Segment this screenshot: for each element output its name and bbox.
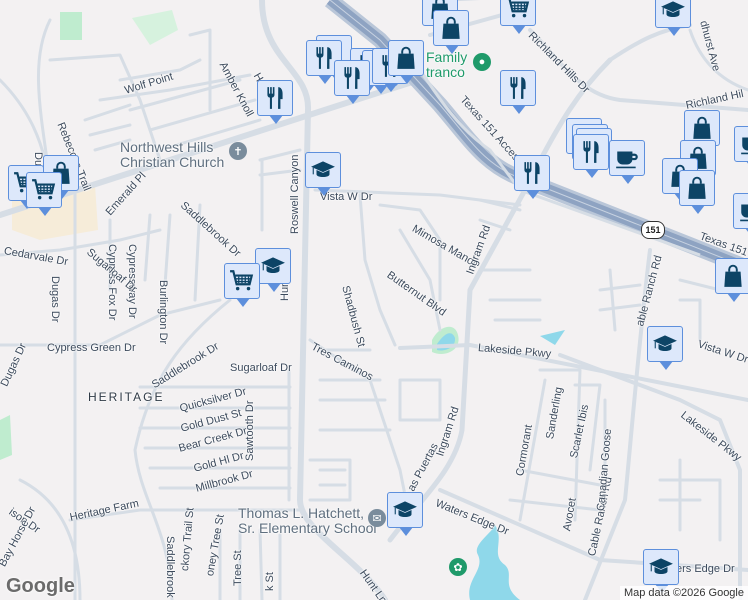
restaurant-marker[interactable]: [334, 60, 370, 104]
church-label-line: Christian Church: [120, 154, 225, 170]
school-marker[interactable]: [387, 492, 423, 536]
cafe-icon: [739, 131, 748, 157]
grocery-icon: [505, 0, 531, 21]
shopping-icon: [689, 115, 715, 141]
cafe-marker[interactable]: [734, 126, 748, 170]
street-label: ers Edge Dr: [676, 563, 735, 575]
shopping-icon: [684, 175, 710, 201]
street-label: Burlington Dr: [157, 280, 169, 345]
park-flower-icon[interactable]: ✿: [449, 558, 467, 576]
street-label: Tree St: [232, 550, 244, 586]
school-marker[interactable]: [655, 0, 691, 36]
map-canvas[interactable]: Wolf Point Rebeccas Trail Amber Knoll Hu…: [0, 0, 748, 600]
restaurant-marker[interactable]: [514, 155, 550, 199]
school-label-line: Thomas L. Hatchett,: [238, 505, 365, 521]
park-area: [0, 415, 12, 460]
family-poi-label[interactable]: Family tranco: [426, 50, 467, 80]
restaurant-icon: [262, 85, 288, 111]
restaurant-icon: [505, 75, 531, 101]
grocery-marker[interactable]: [224, 263, 260, 307]
restaurant-icon: [578, 139, 604, 165]
church-label-line: Northwest Hills: [120, 139, 214, 155]
cafe-icon: [738, 198, 748, 224]
restaurant-marker[interactable]: [257, 80, 293, 124]
street-label: Saddlebrook: [164, 536, 176, 598]
school-icon: [392, 497, 418, 523]
park-area: [132, 10, 178, 45]
school-icon: [648, 554, 674, 580]
map-attribution[interactable]: Map data ©2026 Google: [619, 586, 748, 600]
grocery-marker[interactable]: [500, 0, 536, 34]
park-area: [60, 12, 82, 40]
shopping-marker[interactable]: [679, 170, 715, 214]
shopping-marker[interactable]: [388, 40, 424, 84]
shopping-marker[interactable]: [715, 258, 748, 302]
google-logo: Google: [6, 575, 75, 597]
grocery-icon: [31, 177, 57, 203]
church-cross-icon[interactable]: ✝: [229, 142, 247, 160]
school-marker[interactable]: [305, 152, 341, 196]
shopping-icon: [393, 45, 419, 71]
school-icon: [652, 331, 678, 357]
family-label-line: tranco: [426, 64, 465, 80]
street-label: Dugas Dr: [49, 276, 61, 323]
street-label: k St: [264, 572, 276, 591]
restaurant-icon: [339, 65, 365, 91]
restaurant-marker[interactable]: [573, 134, 609, 178]
school-icon: [310, 157, 336, 183]
school-pin-icon[interactable]: ✉: [368, 509, 386, 527]
shopping-icon: [720, 263, 746, 289]
school-marker[interactable]: [647, 326, 683, 370]
street-label: Cypress Green Dr: [47, 342, 136, 354]
grocery-icon: [229, 268, 255, 294]
highway-151-shield: 151: [641, 221, 665, 239]
school-icon: [660, 0, 686, 23]
shopping-marker[interactable]: [433, 10, 469, 54]
cafe-marker[interactable]: [733, 193, 748, 237]
school-label-line: Sr. Elementary School: [238, 520, 377, 536]
lake: [469, 525, 520, 600]
street-label: Roswell Canyon: [289, 154, 301, 234]
grocery-marker[interactable]: [26, 172, 62, 216]
district-label: HERITAGE: [88, 390, 165, 404]
restaurant-marker[interactable]: [500, 70, 536, 114]
school-marker[interactable]: [643, 549, 679, 593]
street-label: Sawtooth Dr: [244, 400, 256, 461]
shopping-icon: [438, 15, 464, 41]
school-label[interactable]: Thomas L. Hatchett, Sr. Elementary Schoo…: [238, 506, 377, 536]
cafe-icon: [614, 145, 640, 171]
cafe-marker[interactable]: [609, 140, 645, 184]
school-marker[interactable]: [255, 248, 291, 292]
pond: [540, 330, 565, 345]
school-icon: [260, 253, 286, 279]
place-pin-icon[interactable]: ●: [473, 53, 491, 71]
restaurant-icon: [519, 160, 545, 186]
street-label: Sugarloaf Dr: [230, 362, 292, 374]
church-label[interactable]: Northwest Hills Christian Church: [120, 140, 224, 170]
